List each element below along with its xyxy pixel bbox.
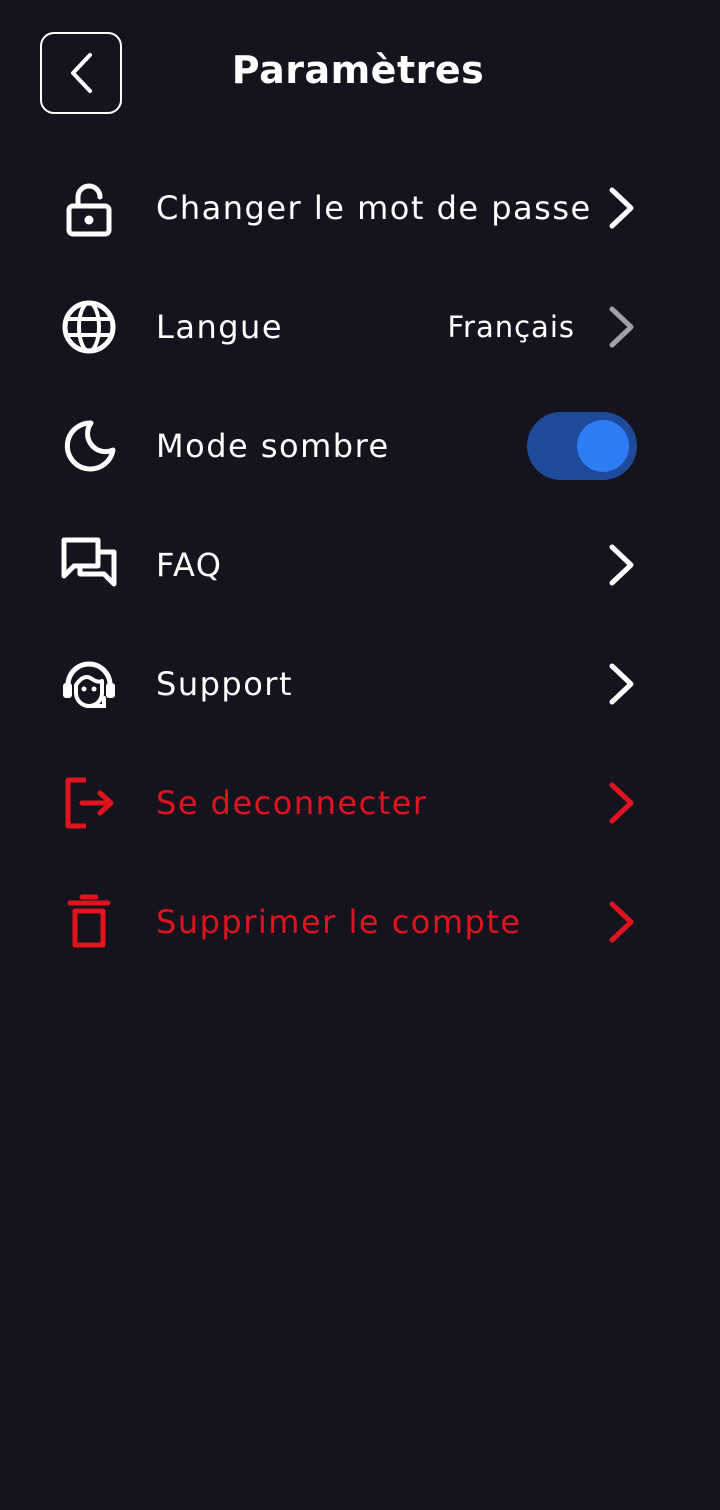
menu-item-faq[interactable]: FAQ: [0, 505, 720, 624]
menu-item-label: FAQ: [156, 545, 223, 584]
chat-bubbles-icon: [60, 536, 118, 594]
header: Paramètres: [0, 0, 720, 150]
trash-icon: [60, 893, 118, 951]
menu-item-label: Changer le mot de passe: [156, 188, 592, 227]
chevron-right-icon: [604, 900, 638, 944]
menu-item-support[interactable]: Support: [0, 624, 720, 743]
lock-open-icon: [60, 179, 118, 237]
globe-icon: [60, 298, 118, 356]
menu-item-language[interactable]: Langue Français: [0, 267, 720, 386]
menu-item-label: Support: [156, 664, 293, 703]
chevron-right-icon: [604, 662, 638, 706]
logout-icon: [60, 774, 118, 832]
chevron-right-icon: [604, 186, 638, 230]
headset-icon: [60, 655, 118, 713]
moon-icon: [60, 417, 118, 475]
chevron-right-icon: [604, 781, 638, 825]
menu-item-label: Langue: [156, 307, 283, 346]
chevron-right-icon: [604, 543, 638, 587]
chevron-right-icon: [604, 305, 638, 349]
menu-item-logout[interactable]: Se deconnecter: [0, 743, 720, 862]
menu-item-change-password[interactable]: Changer le mot de passe: [0, 148, 720, 267]
settings-menu: Changer le mot de passe Langue Français: [0, 148, 720, 981]
menu-item-dark-mode: Mode sombre: [0, 386, 720, 505]
toggle-knob: [577, 419, 629, 472]
menu-item-label: Supprimer le compte: [156, 902, 522, 941]
menu-item-delete-account[interactable]: Supprimer le compte: [0, 862, 720, 981]
menu-item-label: Mode sombre: [156, 426, 390, 465]
menu-item-label: Se deconnecter: [156, 783, 428, 822]
page-title: Paramètres: [231, 48, 485, 92]
language-value: Français: [447, 309, 575, 344]
dark-mode-toggle[interactable]: [527, 411, 637, 480]
